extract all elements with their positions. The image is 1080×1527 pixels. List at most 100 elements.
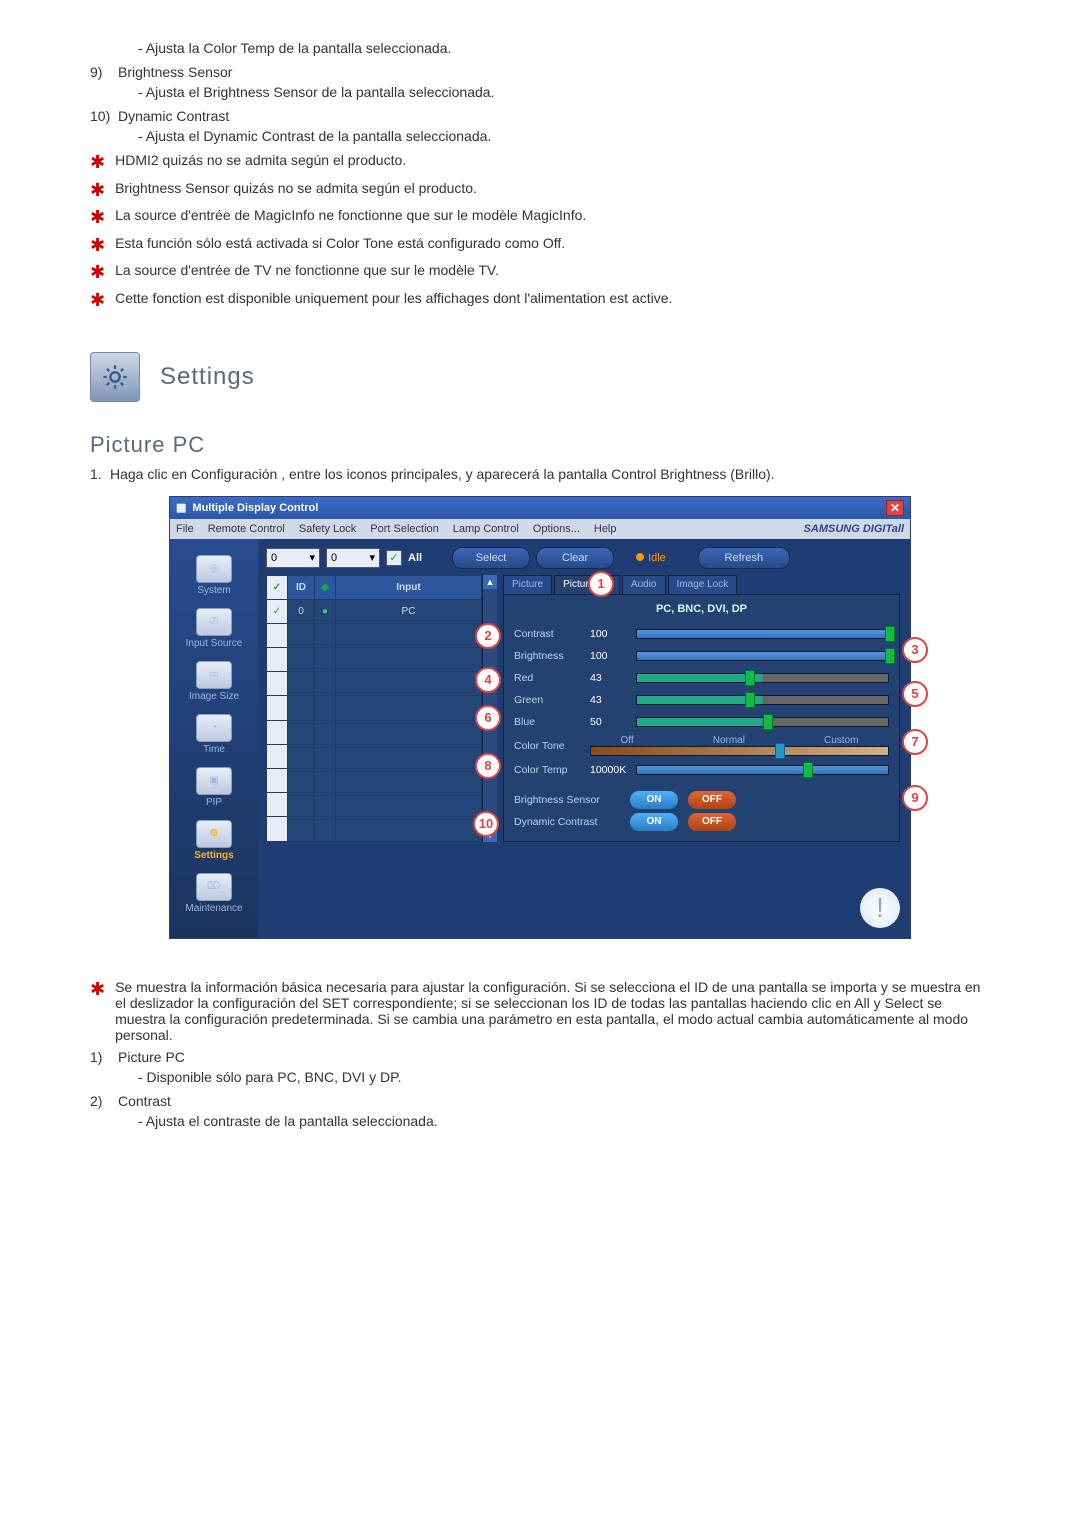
warning-icon: ! — [860, 888, 900, 928]
settings-panel: PC, BNC, DVI, DP Contrast 100 Brightness… — [503, 594, 900, 842]
settings-heading: Settings — [160, 363, 255, 391]
menu-safety[interactable]: Safety Lock — [299, 523, 356, 535]
menu-lamp[interactable]: Lamp Control — [453, 523, 519, 535]
item-brightness-sensor: 9) Brightness Sensor — [90, 64, 990, 80]
table-row[interactable] — [267, 720, 482, 744]
sidebar-item-image-size[interactable]: ▭Image Size — [170, 657, 258, 706]
star-icon: ✱ — [90, 262, 105, 284]
table-row[interactable] — [267, 744, 482, 768]
sidebar-item-system[interactable]: ◎System — [170, 551, 258, 600]
green-slider[interactable] — [636, 695, 889, 705]
col-input: Input — [336, 575, 482, 599]
table-row[interactable] — [267, 817, 482, 841]
titlebar-icon: ▦ — [176, 501, 186, 514]
star-icon: ✱ — [90, 979, 105, 1001]
badge-5: 5 — [902, 681, 928, 707]
sidebar-item-input[interactable]: ⎚Input Source — [170, 604, 258, 653]
badge-10: 10 — [473, 811, 499, 837]
star-icon: ✱ — [90, 290, 105, 312]
menu-port[interactable]: Port Selection — [370, 523, 438, 535]
sidebar-item-time[interactable]: ◔Time — [170, 710, 258, 759]
table-row[interactable] — [267, 672, 482, 696]
idle-indicator: Idle — [636, 552, 666, 564]
panel-title: PC, BNC, DVI, DP — [514, 603, 889, 615]
blue-slider[interactable] — [636, 717, 889, 727]
range-from-dropdown[interactable]: 0▾ — [266, 548, 320, 568]
badge-9: 9 — [902, 785, 928, 811]
all-label: All — [408, 552, 422, 564]
refresh-button[interactable]: Refresh — [698, 547, 790, 569]
window-title: Multiple Display Control — [192, 502, 886, 514]
clear-button[interactable]: Clear — [536, 547, 614, 569]
sidebar: ◎System ⎚Input Source ▭Image Size ◔Time … — [170, 539, 258, 938]
colortone-slider[interactable] — [590, 746, 889, 756]
table-row[interactable] — [267, 648, 482, 672]
badge-7: 7 — [902, 729, 928, 755]
red-slider[interactable] — [636, 673, 889, 683]
menu-file[interactable]: File — [176, 523, 194, 535]
notes-top: ✱HDMI2 quizás no se admita según el prod… — [90, 152, 990, 312]
item-dynamic-contrast: 10) Dynamic Contrast — [90, 108, 990, 124]
badge-1: 1 — [588, 571, 614, 597]
badge-8: 8 — [475, 753, 501, 779]
item-contrast: 2) Contrast — [90, 1093, 990, 1109]
tab-picture[interactable]: Picture — [503, 575, 552, 594]
col-id: ID — [288, 575, 315, 599]
col-check: ✓ — [267, 575, 288, 599]
sidebar-item-pip[interactable]: ▣PIP — [170, 763, 258, 812]
blue-row: Blue 50 — [514, 711, 889, 733]
app-window: ▦ Multiple Display Control ✕ File Remote… — [169, 496, 911, 939]
brightness-sensor-row: Brightness Sensor ON OFF — [514, 789, 889, 811]
menu-options[interactable]: Options... — [533, 523, 580, 535]
badge-2: 2 — [475, 623, 501, 649]
brightness-row: Brightness 100 — [514, 645, 889, 667]
chevron-down-icon: ▾ — [369, 551, 375, 564]
menubar: File Remote Control Safety Lock Port Sel… — [170, 519, 910, 539]
display-table: ✓ ID ◆ Input ✓ 0 ● PC — [266, 575, 482, 842]
settings-cube-icon — [90, 352, 140, 402]
brand-logo: SAMSUNG DIGITall — [804, 523, 904, 535]
menu-help[interactable]: Help — [594, 523, 617, 535]
chevron-down-icon: ▾ — [309, 551, 315, 564]
scroll-up-icon[interactable]: ▲ — [483, 575, 497, 589]
col-status: ◆ — [315, 575, 336, 599]
dcontrast-on-button[interactable]: ON — [630, 813, 678, 831]
intro-line: 1. Haga clic en Configuración , entre lo… — [90, 466, 990, 482]
badge-6: 6 — [475, 705, 501, 731]
table-row[interactable] — [267, 793, 482, 817]
table-row[interactable] — [267, 696, 482, 720]
table-row[interactable] — [267, 768, 482, 792]
tab-audio[interactable]: Audio — [622, 575, 666, 594]
bsensor-on-button[interactable]: ON — [630, 791, 678, 809]
contrast-row: Contrast 100 — [514, 623, 889, 645]
dynamic-contrast-row: Dynamic Contrast ON OFF — [514, 811, 889, 833]
badge-3: 3 — [902, 637, 928, 663]
dcontrast-off-button[interactable]: OFF — [688, 813, 736, 831]
footnote: ✱ Se muestra la información básica neces… — [90, 979, 990, 1043]
red-row: Red 43 — [514, 667, 889, 689]
titlebar: ▦ Multiple Display Control ✕ — [170, 497, 910, 519]
star-icon: ✱ — [90, 152, 105, 174]
colortemp-row: Color Temp 10000K — [514, 759, 889, 781]
close-button[interactable]: ✕ — [886, 500, 904, 516]
tab-image-lock[interactable]: Image Lock — [668, 575, 738, 594]
table-row[interactable]: ✓ 0 ● PC — [267, 599, 482, 623]
main-panel: 0▾ 0▾ ✓ All Select Clear Idle Refresh ✓ … — [258, 539, 910, 938]
brightness-slider[interactable] — [636, 651, 889, 661]
sidebar-item-maintenance[interactable]: ⌦Maintenance — [170, 869, 258, 918]
item-colortemp-desc: - Ajusta la Color Temp de la pantalla se… — [138, 40, 990, 56]
item-picture-pc: 1) Picture PC — [90, 1049, 990, 1065]
star-icon: ✱ — [90, 207, 105, 229]
table-row[interactable] — [267, 623, 482, 647]
menu-remote[interactable]: Remote Control — [208, 523, 285, 535]
bottom-list: 1) Picture PC - Disponible sólo para PC,… — [90, 1049, 990, 1129]
bsensor-off-button[interactable]: OFF — [688, 791, 736, 809]
colortemp-slider[interactable] — [636, 765, 889, 775]
all-checkbox[interactable]: ✓ — [386, 550, 402, 566]
contrast-slider[interactable] — [636, 629, 889, 639]
top-list: - Ajusta la Color Temp de la pantalla se… — [90, 40, 990, 144]
select-button[interactable]: Select — [452, 547, 530, 569]
sidebar-item-settings[interactable]: ⚙Settings — [170, 816, 258, 865]
star-icon: ✱ — [90, 235, 105, 257]
range-to-dropdown[interactable]: 0▾ — [326, 548, 380, 568]
